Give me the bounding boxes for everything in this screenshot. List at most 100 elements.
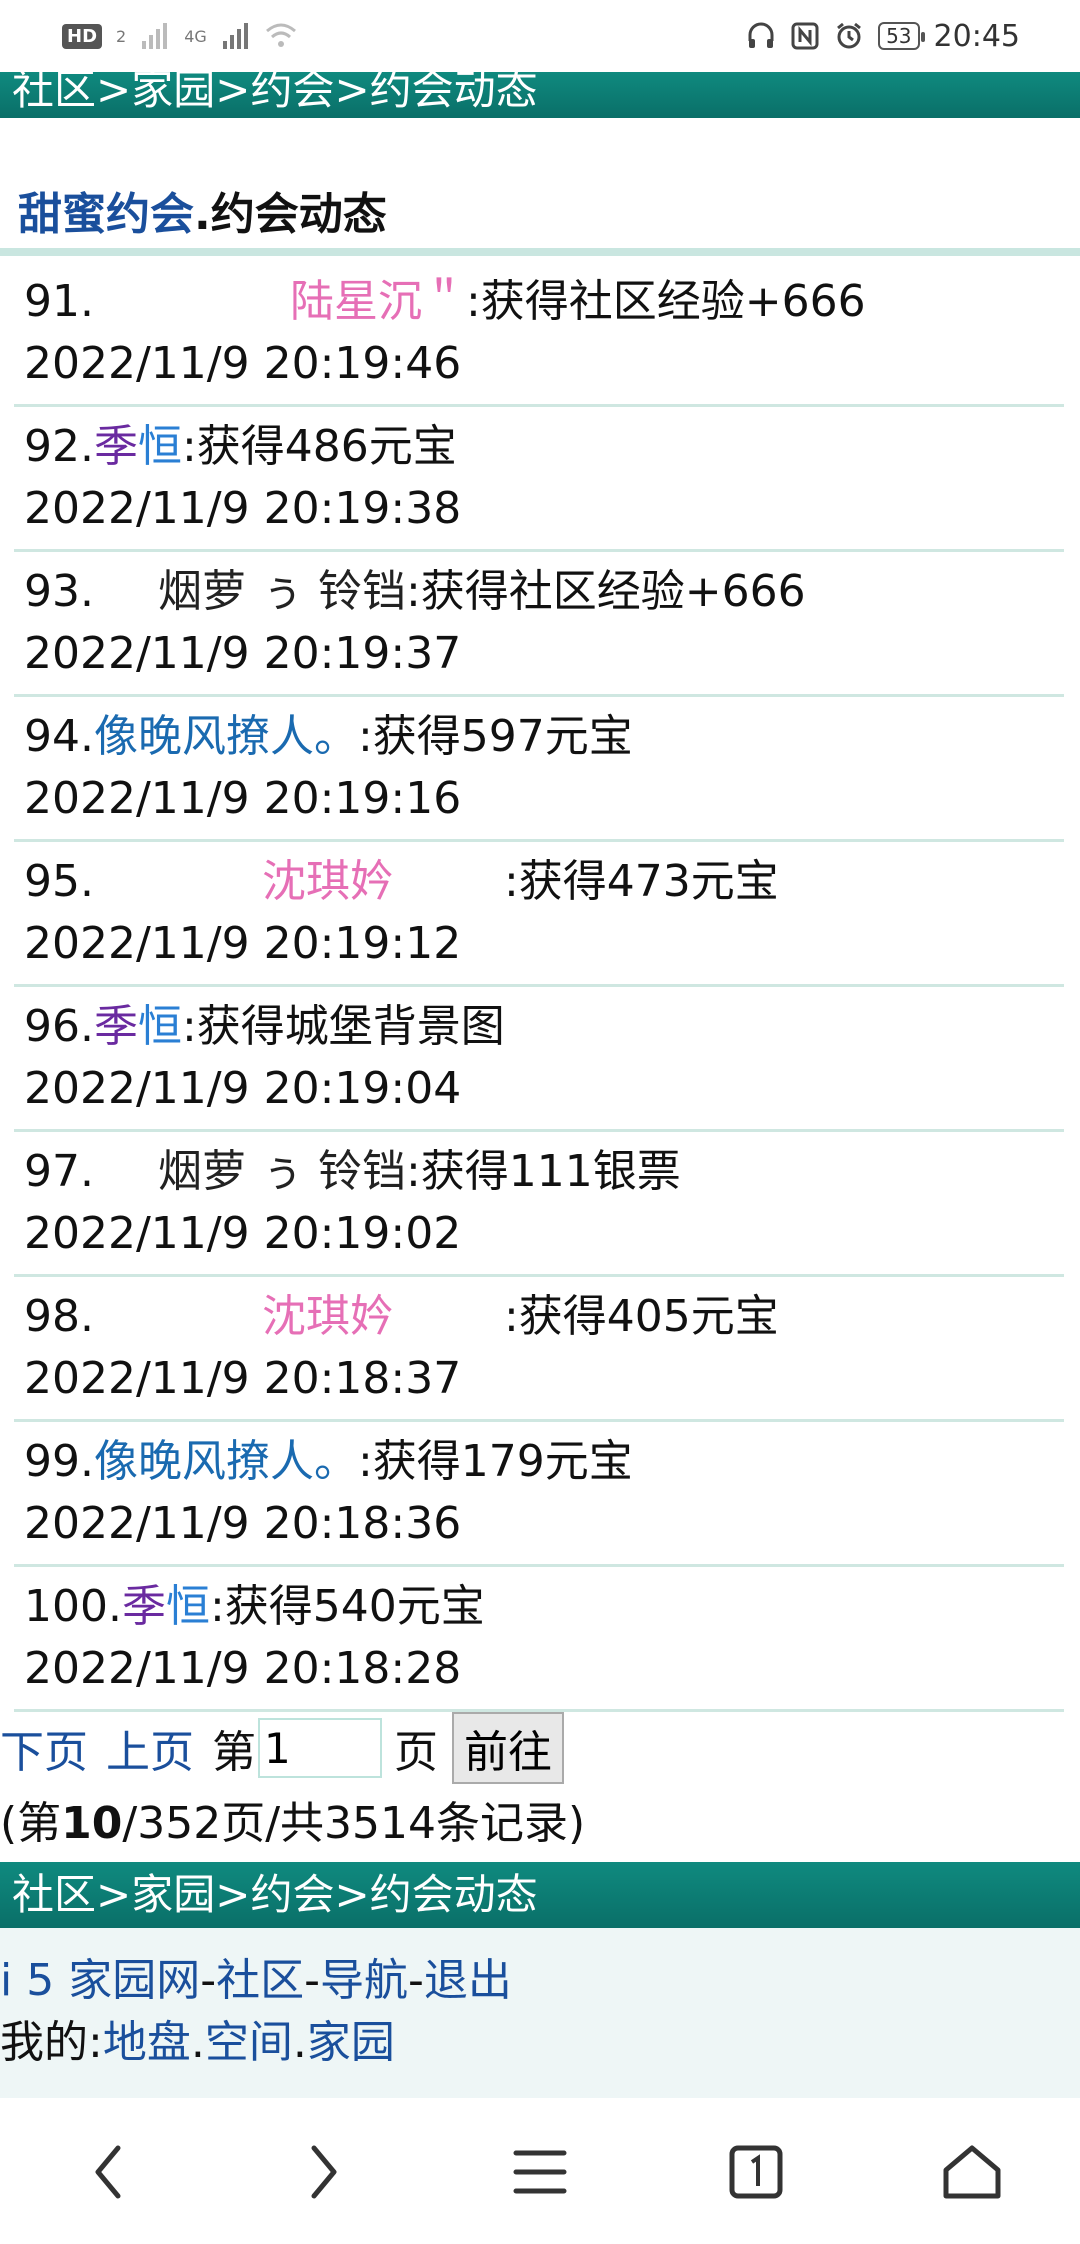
user-name-link[interactable]: 烟萝 ぅ 铃铛 xyxy=(158,566,406,617)
user-name-part: 恒 xyxy=(137,421,182,472)
user-name-link[interactable]: 沈琪妗 xyxy=(262,1291,394,1342)
my-home-link[interactable]: 家园 xyxy=(307,2017,395,2068)
breadcrumb-dating[interactable]: 约会 xyxy=(250,1870,334,1919)
item-action: :获得社区经验+666 xyxy=(405,566,806,617)
status-left: HD 2 4G xyxy=(62,21,296,51)
back-button[interactable] xyxy=(48,2112,168,2232)
breadcrumb-community[interactable]: 社区 xyxy=(12,72,96,114)
menu-icon xyxy=(513,2150,567,2194)
item-action: :获得405元宝 xyxy=(503,1291,779,1342)
user-name-link[interactable]: 沈琪妗 xyxy=(262,856,394,907)
title-rest: .约会动态 xyxy=(194,189,387,240)
footer-dash: - xyxy=(304,1955,320,2006)
site-home-link[interactable]: i 5 家园网 xyxy=(0,1955,200,2006)
list-item: 98. 沈琪妗:获得405元宝 2022/11/9 20:18:37 xyxy=(14,1277,1064,1422)
title-link-sweet-dating[interactable]: 甜蜜约会 xyxy=(18,189,194,240)
user-name-part: 恒 xyxy=(137,1001,182,1052)
page-info-prefix: (第 xyxy=(0,1798,62,1849)
user-name-link[interactable]: 像晚风撩人。 xyxy=(94,711,358,762)
breadcrumb-dating[interactable]: 约会 xyxy=(250,72,334,114)
sim-number: 2 xyxy=(116,26,127,46)
title-divider xyxy=(0,248,1080,256)
page-title: 甜蜜约会.约会动态 xyxy=(18,178,387,242)
nfc-icon xyxy=(790,21,820,51)
go-button[interactable]: 前往 xyxy=(452,1712,564,1784)
user-name-link[interactable]: 烟萝 ぅ 铃铛 xyxy=(158,1146,406,1197)
list-item: 92.季恒:获得486元宝 2022/11/9 20:19:38 xyxy=(14,407,1064,552)
list-item: 94.像晚风撩人。:获得597元宝 2022/11/9 20:19:16 xyxy=(14,697,1064,842)
item-number: 97. xyxy=(24,1146,94,1197)
breadcrumb-sep: > xyxy=(215,72,251,114)
item-action: :获得179元宝 xyxy=(357,1436,633,1487)
item-time: 2022/11/9 20:18:28 xyxy=(24,1643,462,1694)
list-item: 100.季恒:获得540元宝 2022/11/9 20:18:28 xyxy=(14,1567,1064,1712)
hd-badge: HD xyxy=(62,23,103,49)
breadcrumb-top: 社区>家园>约会>约会动态 xyxy=(0,72,1080,118)
page-suffix: 页 xyxy=(394,1727,438,1778)
page-number-input[interactable] xyxy=(258,1718,382,1778)
item-number: 98. xyxy=(24,1291,94,1342)
item-time: 2022/11/9 20:19:04 xyxy=(24,1063,462,1114)
tabs-button[interactable] xyxy=(696,2112,816,2232)
breadcrumb-sep: > xyxy=(215,1870,251,1919)
nav-link[interactable]: 导航 xyxy=(320,1955,408,2006)
breadcrumb-community[interactable]: 社区 xyxy=(12,1870,96,1919)
item-time: 2022/11/9 20:18:36 xyxy=(24,1498,462,1549)
item-time: 2022/11/9 20:19:38 xyxy=(24,483,462,534)
item-time: 2022/11/9 20:19:46 xyxy=(24,338,462,389)
my-space-link[interactable]: 空间 xyxy=(205,2017,293,2068)
breadcrumb-sep: > xyxy=(334,72,370,114)
user-name-link[interactable]: 陆星沉＂ xyxy=(290,276,466,327)
footer-my: 我的:地盘.空间.家园 xyxy=(0,2000,1080,2070)
status-bar: HD 2 4G 53 20:45 xyxy=(0,0,1080,72)
headphones-icon xyxy=(746,21,776,51)
clock: 20:45 xyxy=(933,18,1020,54)
page-info-rest: /352页/共3514条记录) xyxy=(122,1798,586,1849)
logout-link[interactable]: 退出 xyxy=(424,1955,512,2006)
item-number: 99. xyxy=(24,1436,94,1487)
item-action: :获得597元宝 xyxy=(357,711,633,762)
footer-dot: . xyxy=(190,2017,205,2068)
item-action: :获得城堡背景图 xyxy=(181,1001,505,1052)
list-item: 99.像晚风撩人。:获得179元宝 2022/11/9 20:18:36 xyxy=(14,1422,1064,1567)
list-item: 91. 陆星沉＂:获得社区经验+666 2022/11/9 20:19:46 xyxy=(14,262,1064,407)
item-number: 96. xyxy=(24,1001,94,1052)
community-link[interactable]: 社区 xyxy=(216,1955,304,2006)
chevron-right-icon xyxy=(311,2145,337,2199)
my-land-link[interactable]: 地盘 xyxy=(103,2017,191,2068)
breadcrumb-sep: > xyxy=(334,1870,370,1919)
forward-button[interactable] xyxy=(264,2112,384,2232)
user-name-link[interactable]: 像晚风撩人。 xyxy=(94,1436,358,1487)
item-number: 94. xyxy=(24,711,94,762)
user-name-part: 季 xyxy=(93,1001,138,1052)
breadcrumb-home[interactable]: 家园 xyxy=(131,1870,215,1919)
alarm-icon xyxy=(834,21,864,51)
signal-icon xyxy=(140,21,170,51)
breadcrumb-home[interactable]: 家园 xyxy=(131,72,215,114)
footer-dot: . xyxy=(292,2017,307,2068)
prev-page-link[interactable]: 上页 xyxy=(106,1716,194,1780)
item-time: 2022/11/9 20:19:12 xyxy=(24,918,462,969)
breadcrumb-current: 约会动态 xyxy=(369,1870,538,1919)
user-name-link[interactable]: 季恒 xyxy=(94,421,182,472)
list-item: 97. 烟萝 ぅ 铃铛:获得111银票 2022/11/9 20:19:02 xyxy=(14,1132,1064,1277)
home-button[interactable] xyxy=(912,2112,1032,2232)
menu-button[interactable] xyxy=(480,2112,600,2232)
item-action: :获得473元宝 xyxy=(503,856,779,907)
signal-icon-2 xyxy=(221,21,251,51)
page-info: (第10/352页/共3514条记录) xyxy=(0,1796,585,1852)
item-time: 2022/11/9 20:19:16 xyxy=(24,773,462,824)
breadcrumb-sep: > xyxy=(96,72,132,114)
footer-dash: - xyxy=(200,1955,217,2006)
next-page-link[interactable]: 下页 xyxy=(0,1716,88,1780)
item-action: :获得540元宝 xyxy=(209,1581,485,1632)
user-name-link[interactable]: 季恒 xyxy=(94,1001,182,1052)
list-item: 93. 烟萝 ぅ 铃铛:获得社区经验+666 2022/11/9 20:19:37 xyxy=(14,552,1064,697)
my-label: 我的: xyxy=(0,2017,103,2068)
item-number: 93. xyxy=(24,566,94,617)
user-name-part: 季 xyxy=(93,421,138,472)
user-name-link[interactable]: 季恒 xyxy=(122,1581,210,1632)
breadcrumb-current: 约会动态 xyxy=(369,72,538,114)
chevron-left-icon xyxy=(95,2145,121,2199)
item-action: :获得111银票 xyxy=(405,1146,681,1197)
